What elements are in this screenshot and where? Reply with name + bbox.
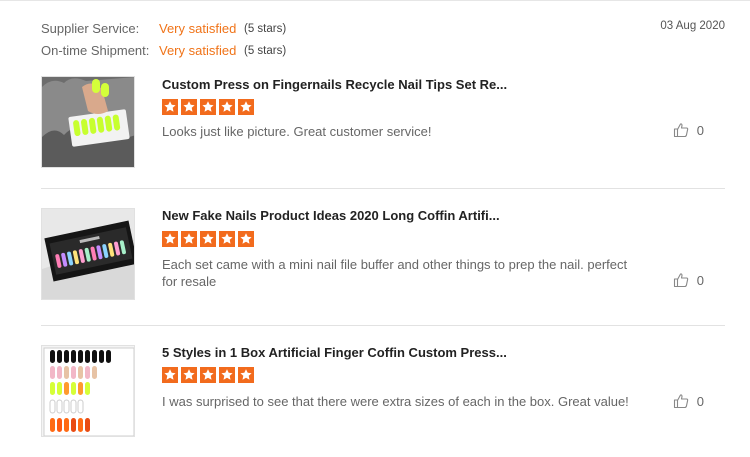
top-border — [0, 0, 750, 1]
star-icon — [181, 231, 197, 247]
star-icon — [238, 367, 254, 383]
like-button[interactable]: 0 — [673, 272, 704, 288]
product-title[interactable]: Custom Press on Fingernails Recycle Nail… — [162, 77, 507, 92]
like-count: 0 — [696, 393, 704, 409]
review-item: Custom Press on Fingernails Recycle Nail… — [41, 76, 725, 169]
ontime-shipment-label: On-time Shipment: — [41, 43, 150, 58]
review-text: Each set came with a mini nail file buff… — [162, 257, 628, 289]
product-photo-nail-styles-icon — [42, 346, 134, 436]
star-icon — [181, 99, 197, 115]
product-thumbnail[interactable] — [41, 345, 135, 437]
star-icon — [200, 367, 216, 383]
rating-stars — [162, 99, 254, 117]
review-date: 03 Aug 2020 — [660, 20, 725, 32]
like-button[interactable]: 0 — [673, 393, 704, 409]
star-icon — [219, 99, 235, 115]
star-icon — [219, 231, 235, 247]
star-icon — [162, 231, 178, 247]
review-item: New Fake Nails Product Ideas 2020 Long C… — [41, 208, 725, 301]
product-thumbnail[interactable] — [41, 208, 135, 300]
review-text: Looks just like picture. Great customer … — [162, 124, 432, 139]
like-count: 0 — [696, 272, 704, 288]
product-photo-nail-box-icon — [42, 209, 134, 299]
thumbs-up-icon — [673, 394, 688, 409]
product-title[interactable]: New Fake Nails Product Ideas 2020 Long C… — [162, 208, 500, 223]
review-item: 5 Styles in 1 Box Artificial Finger Coff… — [41, 345, 725, 438]
product-photo-nail-tips-fur-icon — [42, 77, 134, 167]
product-title[interactable]: 5 Styles in 1 Box Artificial Finger Coff… — [162, 345, 507, 360]
review-text: I was surprised to see that there were e… — [162, 394, 629, 409]
like-button[interactable]: 0 — [673, 122, 704, 138]
supplier-service-value: Very satisfied — [159, 21, 237, 36]
star-icon — [162, 99, 178, 115]
ontime-shipment-stars-note: (5 stars) — [244, 45, 287, 57]
star-icon — [238, 99, 254, 115]
ontime-shipment-value: Very satisfied — [159, 43, 237, 58]
review-divider — [41, 188, 725, 189]
review-divider — [41, 325, 725, 326]
star-icon — [200, 231, 216, 247]
star-icon — [219, 367, 235, 383]
star-icon — [238, 231, 254, 247]
thumbs-up-icon — [673, 273, 688, 288]
supplier-service-stars-note: (5 stars) — [244, 23, 287, 35]
star-icon — [162, 367, 178, 383]
product-thumbnail[interactable] — [41, 76, 135, 168]
thumbs-up-icon — [673, 123, 688, 138]
like-count: 0 — [696, 122, 704, 138]
rating-stars — [162, 367, 254, 385]
star-icon — [181, 367, 197, 383]
supplier-service-label: Supplier Service: — [41, 21, 140, 36]
rating-stars — [162, 231, 254, 249]
star-icon — [200, 99, 216, 115]
